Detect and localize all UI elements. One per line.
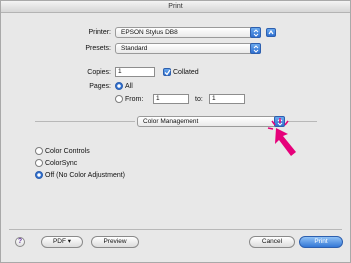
printer-label: Printer: [88, 29, 111, 36]
expand-icon[interactable] [266, 28, 276, 37]
footer-separator [9, 229, 342, 230]
colorsync-radio[interactable] [35, 159, 43, 167]
pdf-button[interactable]: PDF ▾ [41, 236, 83, 248]
color-off-label: Off (No Color Adjustment) [45, 172, 126, 179]
copies-field[interactable]: 1 [115, 67, 155, 77]
panel-separator-left [35, 121, 135, 122]
presets-popup[interactable]: Standard [115, 43, 261, 54]
color-controls-radio[interactable] [35, 147, 43, 155]
title-bar: Print [1, 1, 350, 13]
pages-from-field[interactable]: 1 [153, 94, 189, 104]
presets-label: Presets: [85, 45, 111, 52]
help-icon[interactable]: ? [15, 237, 25, 247]
collated-checkbox[interactable] [163, 68, 171, 76]
pages-label: Pages: [89, 83, 111, 90]
colorsync-label: ColorSync [45, 160, 78, 167]
copies-label: Copies: [87, 69, 111, 76]
pointer-arrow-icon [258, 118, 304, 160]
pages-from-radio[interactable] [115, 95, 123, 103]
cancel-button[interactable]: Cancel [249, 236, 295, 248]
print-button[interactable]: Print [299, 236, 343, 248]
pages-all-radio[interactable] [115, 82, 123, 90]
pages-all-label: All [125, 83, 133, 90]
panel-value: Color Management [143, 118, 199, 125]
chevron-updown-icon [250, 27, 261, 38]
chevron-updown-icon [250, 43, 261, 54]
preview-button[interactable]: Preview [91, 236, 139, 248]
pages-to-label: to: [195, 96, 203, 103]
color-off-radio[interactable] [35, 171, 43, 179]
printer-popup[interactable]: EPSON Stylus DB8 [115, 27, 261, 38]
pages-from-label: From: [125, 96, 144, 103]
color-controls-label: Color Controls [45, 148, 90, 155]
pages-to-field[interactable]: 1 [209, 94, 245, 104]
presets-value: Standard [121, 45, 148, 52]
collated-label: Collated [173, 69, 199, 76]
printer-value: EPSON Stylus DB8 [121, 29, 178, 36]
